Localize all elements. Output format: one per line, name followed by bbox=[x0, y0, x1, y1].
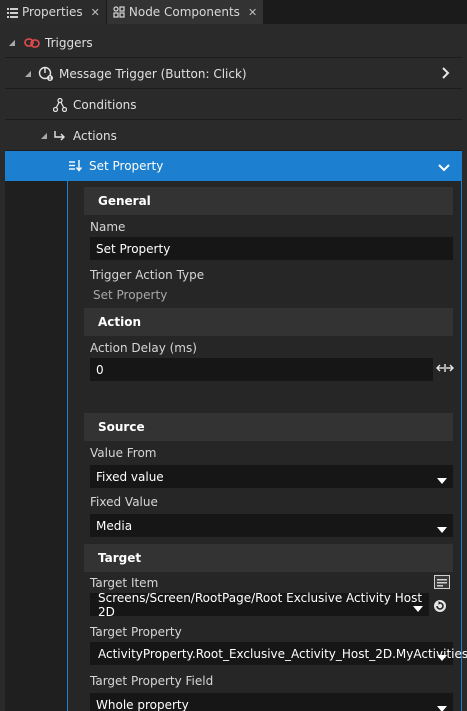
value-from-label: Value From bbox=[90, 446, 157, 460]
tab-node-components[interactable]: Node Components ✕ bbox=[106, 0, 264, 24]
fixed-value-label: Fixed Value bbox=[90, 495, 158, 509]
tab-properties[interactable]: Properties ✕ bbox=[0, 0, 107, 24]
dropdown-arrow-icon bbox=[437, 701, 447, 711]
node-components-icon bbox=[113, 6, 125, 18]
indent-gutter bbox=[5, 181, 67, 711]
tree-item-message-trigger[interactable]: ◢ Message Trigger (Button: Click) bbox=[5, 59, 462, 89]
set-property-details: General Name Set Property Trigger Action… bbox=[67, 181, 467, 711]
tree-item-conditions[interactable]: Conditions bbox=[5, 90, 462, 120]
tab-properties-label: Properties bbox=[22, 5, 83, 19]
name-field[interactable]: Set Property bbox=[90, 237, 453, 260]
value-from-dropdown[interactable]: Fixed value bbox=[90, 465, 453, 488]
fixed-value-dropdown[interactable]: Media bbox=[90, 514, 453, 537]
target-item-label: Target Item bbox=[90, 576, 159, 590]
section-source-heading: Source bbox=[84, 413, 453, 441]
chevron-right-icon[interactable] bbox=[442, 67, 450, 82]
trigger-action-type-label: Trigger Action Type bbox=[90, 268, 205, 282]
target-property-selected: ActivityProperty.Root_Exclusive_Activity… bbox=[98, 646, 467, 661]
target-property-field-label: Target Property Field bbox=[90, 674, 214, 688]
section-target-heading: Target bbox=[84, 544, 453, 572]
section-general-heading: General bbox=[84, 187, 453, 215]
tree-item-label: Triggers bbox=[45, 35, 93, 50]
action-delay-label: Action Delay (ms) bbox=[90, 341, 197, 355]
target-item-dropdown[interactable]: Screens/Screen/RootPage/Root Exclusive A… bbox=[90, 590, 429, 619]
tab-bar: Properties ✕ Node Components ✕ bbox=[0, 0, 467, 24]
close-icon[interactable]: ✕ bbox=[248, 6, 257, 19]
target-property-field-selected: Whole property bbox=[96, 697, 189, 711]
dropdown-arrow-icon bbox=[413, 601, 423, 615]
tree-item-actions[interactable]: ◢ Actions bbox=[5, 121, 462, 151]
section-action-heading: Action bbox=[84, 308, 453, 336]
dropdown-arrow-icon bbox=[437, 650, 447, 664]
tree-item-label: Actions bbox=[73, 128, 117, 143]
properties-icon bbox=[6, 6, 18, 18]
name-label: Name bbox=[90, 220, 126, 234]
collapse-triangle-icon[interactable]: ◢ bbox=[23, 69, 33, 78]
tab-node-components-label: Node Components bbox=[128, 5, 240, 19]
tree-item-set-property[interactable]: Set Property bbox=[5, 151, 462, 181]
target-property-label: Target Property bbox=[90, 625, 182, 639]
value-from-selected: Fixed value bbox=[96, 469, 164, 484]
tree-item-label: Conditions bbox=[73, 97, 137, 112]
dropdown-arrow-icon bbox=[437, 522, 447, 536]
target-property-field-dropdown[interactable]: Whole property bbox=[90, 693, 453, 711]
set-property-icon bbox=[67, 158, 85, 174]
tree-item-label: Message Trigger (Button: Click) bbox=[59, 66, 247, 81]
reset-icon[interactable] bbox=[433, 599, 447, 613]
conditions-icon bbox=[51, 97, 69, 113]
target-property-dropdown[interactable]: ActivityProperty.Root_Exclusive_Activity… bbox=[90, 642, 467, 665]
action-delay-field[interactable]: 0 bbox=[90, 358, 433, 381]
chevron-down-icon[interactable] bbox=[438, 161, 450, 175]
collapse-triangle-icon[interactable]: ◢ bbox=[7, 38, 17, 47]
dropdown-arrow-icon bbox=[437, 473, 447, 487]
drag-adjust-icon[interactable] bbox=[436, 363, 454, 373]
collapse-triangle-icon[interactable]: ◢ bbox=[39, 131, 49, 140]
tree-item-triggers[interactable]: ◢ Triggers bbox=[5, 28, 462, 58]
target-item-selected: Screens/Screen/RootPage/Root Exclusive A… bbox=[98, 590, 423, 619]
trigger-action-type-value: Set Property bbox=[93, 288, 168, 302]
triggers-icon bbox=[23, 35, 41, 51]
message-trigger-icon bbox=[37, 66, 55, 82]
node-components-panel: ◢ Triggers ◢ Message Trigger (Button: Cl… bbox=[0, 24, 467, 711]
binding-editor-icon[interactable] bbox=[434, 575, 450, 589]
tree-item-label: Set Property bbox=[89, 159, 164, 173]
actions-icon bbox=[51, 128, 69, 144]
close-icon[interactable]: ✕ bbox=[91, 6, 100, 19]
fixed-value-selected: Media bbox=[96, 518, 133, 533]
